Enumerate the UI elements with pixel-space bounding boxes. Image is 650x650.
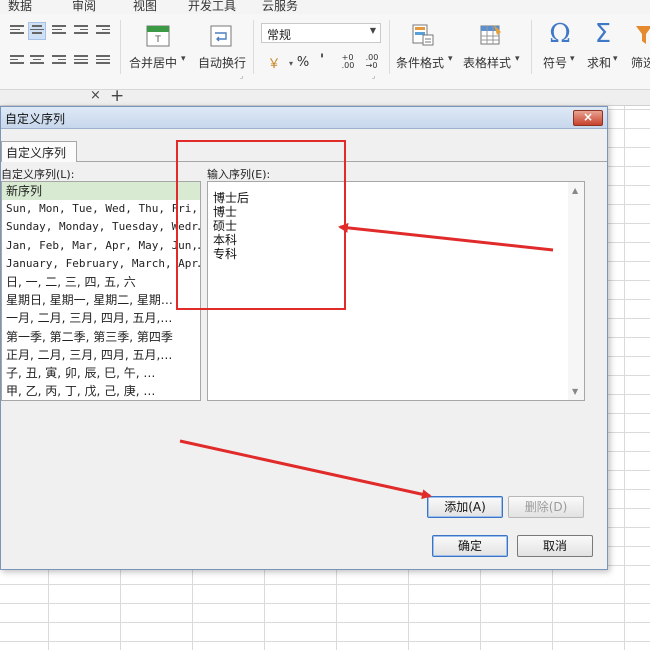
annotation-arrow (338, 222, 554, 252)
annotation-arrow (179, 439, 432, 500)
annotation-arrows (179, 222, 554, 500)
